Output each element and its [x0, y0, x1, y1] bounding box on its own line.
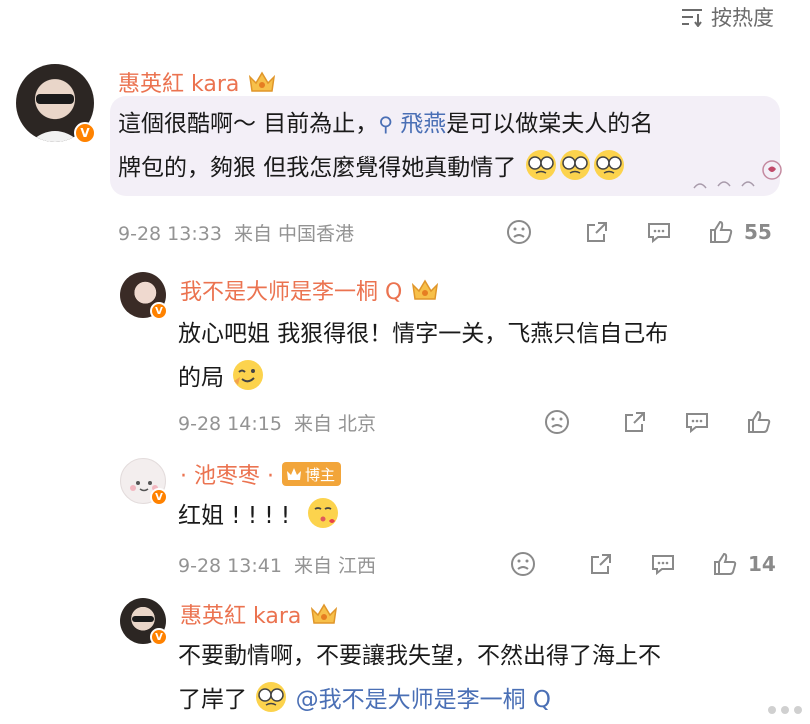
- reply-button[interactable]: [646, 219, 672, 245]
- comment-text: 這個很酷啊～ 目前為止，⚲ 飛燕是可以做棠夫人的名 牌包的，夠狠 但我怎麼覺得她…: [118, 111, 654, 181]
- decorative-hearts-icon: [693, 160, 782, 189]
- username[interactable]: · 池枣枣 · 博主: [180, 458, 341, 490]
- avatar[interactable]: V: [120, 458, 168, 506]
- share-button[interactable]: [588, 551, 614, 577]
- comment-icon: [686, 413, 708, 434]
- like-count: 14: [748, 552, 776, 576]
- kiss-face-emoji: [308, 498, 339, 528]
- crown-vip-icon: [412, 279, 439, 300]
- sort-icon: [682, 9, 702, 27]
- share-button[interactable]: [622, 409, 648, 435]
- thumbs-up-icon: [714, 552, 737, 575]
- reply-button[interactable]: [650, 551, 676, 577]
- thumbs-up-icon: [748, 410, 771, 433]
- comment-source: 来自 中国香港: [234, 222, 355, 245]
- comment-time: 9-28 14:15: [178, 412, 282, 435]
- comment-icon: [652, 555, 674, 576]
- topic-link[interactable]: ⚲ 飛燕: [378, 111, 446, 137]
- comment-meta: 9-28 14:15 来自 北京: [0, 402, 810, 442]
- sad-face-icon: [507, 220, 531, 244]
- sort-label: 按热度: [711, 6, 774, 30]
- comment-meta: 9-28 13:41 来自 江西 14: [0, 544, 810, 584]
- username[interactable]: 我不是大师是李一桐 Q: [180, 274, 440, 306]
- blogger-tag: 博主: [281, 462, 341, 486]
- share-button[interactable]: [584, 219, 610, 245]
- share-icon: [625, 412, 645, 432]
- reply-button[interactable]: [684, 409, 710, 435]
- like-button[interactable]: 14: [712, 551, 776, 577]
- comment-source: 来自 江西: [294, 554, 377, 577]
- comment-text: 红姐 ! ! ! !: [178, 494, 778, 538]
- verified-badge-icon: V: [150, 302, 168, 320]
- verified-badge-icon: V: [150, 628, 168, 646]
- glasses-face-emoji: [593, 150, 624, 180]
- avatar[interactable]: V: [120, 598, 168, 646]
- avatar[interactable]: V: [16, 64, 96, 144]
- sort-toggle[interactable]: 按热度: [681, 2, 774, 32]
- dislike-button[interactable]: [506, 219, 532, 245]
- dislike-button[interactable]: [544, 409, 570, 435]
- verified-badge-icon: V: [150, 488, 168, 506]
- like-count: 55: [744, 220, 772, 244]
- comment-text: 不要動情啊，不要讓我失望，不然出得了海上不 了岸了 @我不是大师是李一桐 Q: [178, 643, 661, 713]
- sad-face-icon: [545, 410, 569, 434]
- wink-face-emoji: [233, 360, 264, 390]
- username[interactable]: 惠英紅 kara: [180, 598, 339, 630]
- crown-vip-icon: [286, 468, 301, 480]
- like-button[interactable]: 55: [708, 219, 772, 245]
- crown-vip-icon: [311, 603, 338, 624]
- share-icon: [587, 222, 607, 242]
- comment-text: 放心吧姐 我狠得很！情字一关，飞燕只信自己布 的局: [178, 321, 669, 391]
- sad-face-icon: [511, 552, 535, 576]
- more-indicator: [768, 706, 802, 714]
- verified-badge-icon: V: [74, 122, 96, 144]
- crown-vip-icon: [249, 71, 276, 92]
- comment-time: 9-28 13:33: [118, 222, 222, 245]
- like-button[interactable]: [746, 409, 772, 435]
- dislike-button[interactable]: [510, 551, 536, 577]
- share-icon: [591, 554, 611, 574]
- avatar[interactable]: V: [120, 272, 168, 320]
- glasses-face-emoji: [559, 150, 590, 180]
- glasses-face-emoji: [525, 150, 556, 180]
- comment-meta: 9-28 13:33 来自 中国香港 55: [0, 212, 810, 252]
- username[interactable]: 惠英紅 kara: [118, 66, 277, 98]
- comment-icon: [648, 223, 670, 244]
- glasses-face-emoji: [256, 682, 287, 712]
- thumbs-up-icon: [710, 220, 733, 243]
- comment-source: 来自 北京: [294, 412, 377, 435]
- mention-link[interactable]: @我不是大师是李一桐 Q: [296, 687, 551, 713]
- comment-time: 9-28 13:41: [178, 554, 282, 577]
